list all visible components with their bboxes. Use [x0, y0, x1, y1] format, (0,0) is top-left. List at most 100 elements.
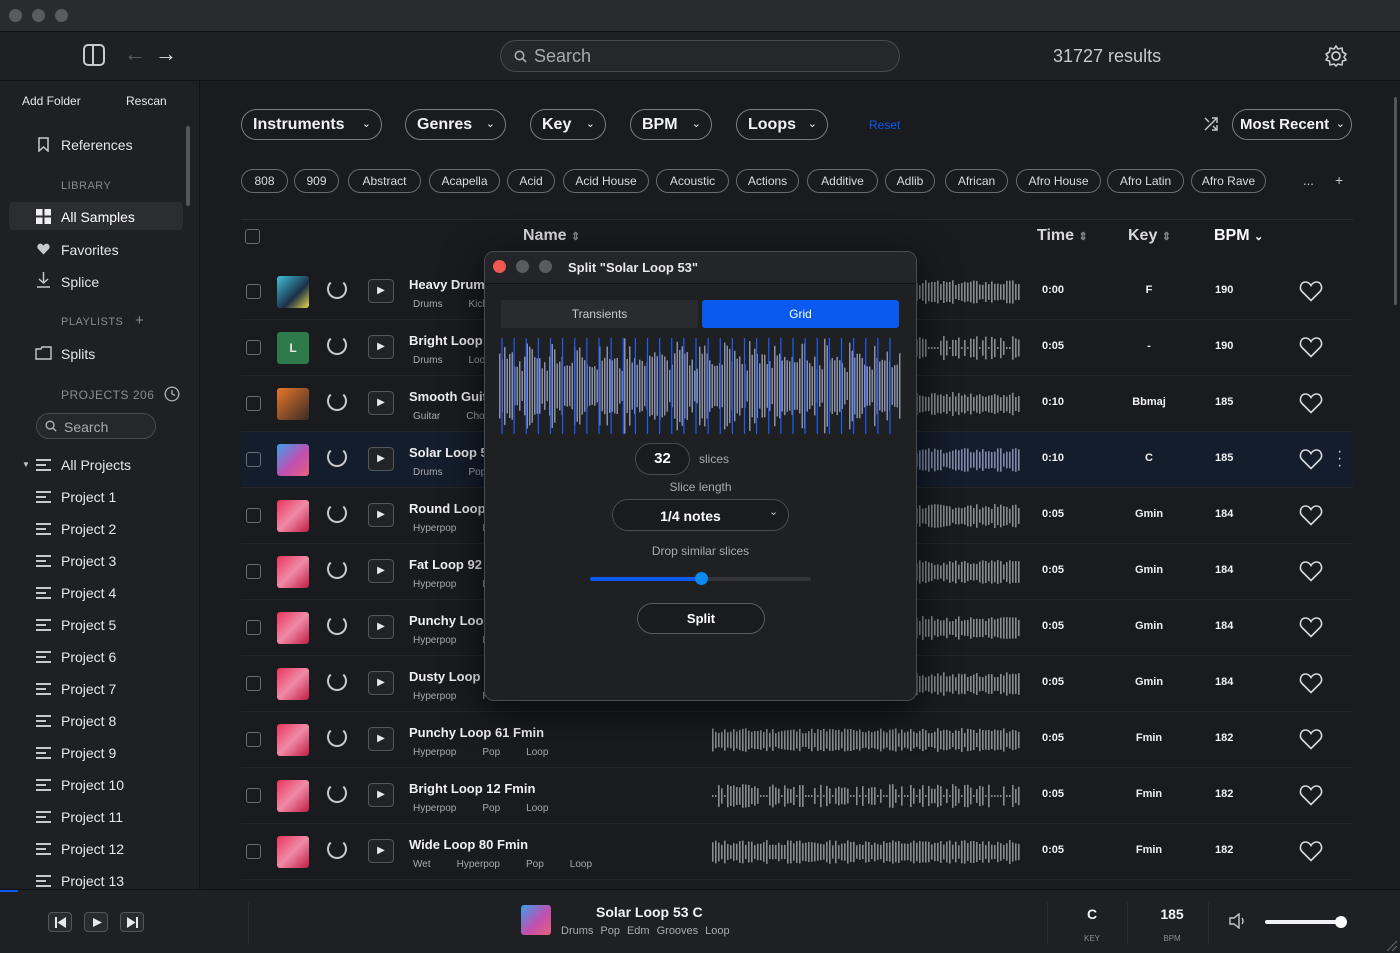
projects-search-input[interactable]: Search [36, 413, 156, 439]
sample-tag[interactable]: Loop [570, 859, 592, 870]
disclosure-triangle-icon[interactable]: ▼ [22, 460, 30, 469]
sample-tag[interactable]: Hyperpop [413, 691, 456, 702]
row-checkbox[interactable] [246, 452, 261, 467]
row-checkbox[interactable] [246, 620, 261, 635]
sidebar-item-project[interactable]: Project 10 [0, 769, 199, 801]
tag-chip[interactable]: Acid House [563, 169, 649, 193]
sidebar-item-all-projects[interactable]: ▼ All Projects [0, 449, 199, 481]
sample-tag[interactable]: Drums [413, 299, 442, 310]
sidebar-item-project[interactable]: Project 12 [0, 833, 199, 865]
row-play-button[interactable]: ▶ [368, 839, 394, 863]
column-header-key[interactable]: Key ⇕ [1128, 227, 1171, 245]
tag-chip[interactable]: Afro House [1016, 169, 1101, 193]
sample-tag[interactable]: Drums [413, 467, 442, 478]
tag-chip[interactable]: Abstract [348, 169, 421, 193]
favorite-heart-icon[interactable] [1299, 616, 1323, 638]
sidebar-item-favorites[interactable]: Favorites [0, 238, 190, 262]
row-checkbox[interactable] [246, 508, 261, 523]
sidebar-item-project[interactable]: Project 1 [0, 481, 199, 513]
sidebar-item-references[interactable]: References [0, 133, 190, 157]
sidebar-item-project[interactable]: Project 7 [0, 673, 199, 705]
favorite-heart-icon[interactable] [1299, 448, 1323, 470]
forward-arrow-icon[interactable]: → [155, 41, 177, 67]
sample-tag[interactable]: Drums [413, 355, 442, 366]
sample-tag[interactable]: Pop [482, 747, 500, 758]
reload-icon[interactable] [327, 615, 347, 635]
favorite-heart-icon[interactable] [1299, 840, 1323, 862]
key-filter[interactable]: Key ⌄ [530, 109, 606, 140]
sample-tag[interactable]: Hyperpop [457, 859, 500, 870]
tag-chip[interactable]: African [945, 169, 1008, 193]
instruments-filter[interactable]: Instruments ⌄ [241, 109, 382, 140]
row-more-icon[interactable]: · · · [1337, 444, 1343, 474]
drop-similar-slider[interactable] [590, 572, 811, 585]
loops-filter[interactable]: Loops ⌄ [736, 109, 828, 140]
reload-icon[interactable] [327, 839, 347, 859]
now-playing-tag[interactable]: Grooves [657, 925, 699, 937]
sidebar-item-splits[interactable]: Splits [0, 342, 190, 366]
window-zoom-button[interactable] [55, 9, 68, 22]
tag-chip[interactable]: Adlib [885, 169, 935, 193]
select-all-checkbox[interactable] [245, 229, 260, 244]
sample-tag[interactable]: Guitar [413, 411, 440, 422]
sample-tag[interactable]: Loop [526, 803, 548, 814]
next-button[interactable] [120, 912, 144, 932]
volume-icon[interactable] [1229, 913, 1249, 929]
favorite-heart-icon[interactable] [1299, 728, 1323, 750]
row-play-button[interactable]: ▶ [368, 727, 394, 751]
genres-filter[interactable]: Genres ⌄ [405, 109, 506, 140]
reload-icon[interactable] [327, 503, 347, 523]
add-playlist-button[interactable]: + [135, 312, 144, 329]
sample-tag[interactable]: Hyperpop [413, 523, 456, 534]
search-input[interactable]: Search [500, 40, 900, 72]
previous-button[interactable] [48, 912, 72, 932]
reload-icon[interactable] [327, 671, 347, 691]
sample-tag[interactable]: Hyperpop [413, 747, 456, 758]
row-checkbox[interactable] [246, 732, 261, 747]
sort-dropdown[interactable]: Most Recent ⌄ [1232, 109, 1352, 140]
sample-tag[interactable]: Pop [482, 803, 500, 814]
sidebar-item-all-samples[interactable]: All Samples [9, 202, 183, 230]
main-scrollbar[interactable] [1394, 97, 1397, 305]
row-play-button[interactable]: ▶ [368, 391, 394, 415]
now-playing-tag[interactable]: Pop [600, 925, 620, 937]
dialog-minimize-button[interactable] [516, 260, 529, 273]
favorite-heart-icon[interactable] [1299, 280, 1323, 302]
row-play-button[interactable]: ▶ [368, 783, 394, 807]
tag-chip[interactable]: Acid [507, 169, 555, 193]
row-play-button[interactable]: ▶ [368, 279, 394, 303]
row-play-button[interactable]: ▶ [368, 447, 394, 471]
reset-button[interactable]: Reset [869, 118, 900, 132]
play-button[interactable] [84, 912, 108, 932]
tab-grid[interactable]: Grid [702, 300, 899, 328]
clock-icon[interactable] [164, 386, 180, 402]
sidebar-item-project[interactable]: Project 13 [0, 865, 199, 889]
tag-chip[interactable]: Additive [807, 169, 878, 193]
tag-chip[interactable]: Actions [736, 169, 799, 193]
slice-length-dropdown[interactable]: 1/4 notes ⌄ [612, 499, 789, 531]
tag-chip[interactable]: Acoustic [656, 169, 729, 193]
favorite-heart-icon[interactable] [1299, 336, 1323, 358]
window-minimize-button[interactable] [32, 9, 45, 22]
tab-transients[interactable]: Transients [501, 300, 698, 328]
resize-grip-icon[interactable] [1384, 938, 1398, 952]
row-play-button[interactable]: ▶ [368, 559, 394, 583]
reload-icon[interactable] [327, 279, 347, 299]
sidebar-item-project[interactable]: Project 11 [0, 801, 199, 833]
favorite-heart-icon[interactable] [1299, 504, 1323, 526]
row-checkbox[interactable] [246, 844, 261, 859]
reload-icon[interactable] [327, 447, 347, 467]
now-playing-tag[interactable]: Drums [561, 925, 593, 937]
table-row[interactable]: ▶ Wide Loop 80 Fmin Wet Hyperpop Pop Loop 0:05… [241, 824, 1353, 880]
favorite-heart-icon[interactable] [1299, 784, 1323, 806]
shuffle-icon[interactable] [1204, 117, 1218, 131]
row-checkbox[interactable] [246, 284, 261, 299]
tag-chip[interactable]: Acapella [429, 169, 500, 193]
volume-knob[interactable] [1335, 916, 1347, 928]
split-button[interactable]: Split [637, 603, 765, 634]
favorite-heart-icon[interactable] [1299, 672, 1323, 694]
favorite-heart-icon[interactable] [1299, 560, 1323, 582]
sidebar-item-project[interactable]: Project 2 [0, 513, 199, 545]
sidebar-item-project[interactable]: Project 3 [0, 545, 199, 577]
sidebar-toggle-icon[interactable] [83, 44, 105, 66]
